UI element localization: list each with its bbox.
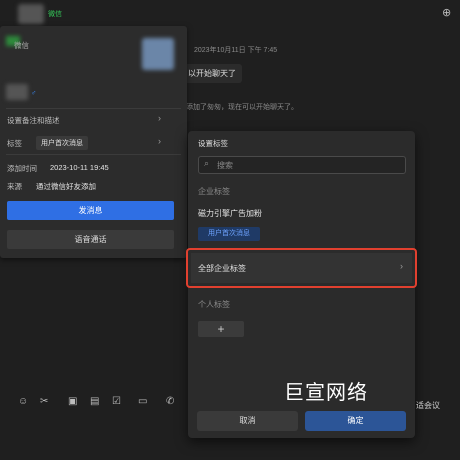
selected-tag[interactable]: 用户首次消息 — [198, 227, 260, 241]
image-icon[interactable]: ▣ — [68, 396, 77, 407]
source-label: 来源 — [7, 182, 22, 191]
cancel-button[interactable]: 取消 — [197, 411, 298, 431]
add-tag-button[interactable]: + — [198, 321, 244, 337]
added-time-value: 2023-10-11 19:45 — [50, 163, 109, 172]
message-timestamp: 2023年10月11日 下午 7:45 — [194, 47, 278, 54]
search-icon: ⌕ — [204, 158, 210, 168]
system-notice: 添加了匆匆，现在可以开始聊天了。 — [186, 104, 298, 111]
set-remark-label: 设置备注和描述 — [7, 116, 60, 125]
source-app: 微信 — [14, 41, 29, 50]
add-contact-icon[interactable]: ⊕ — [442, 6, 454, 19]
tag-group-name: 磁力引擎广告加粉 — [198, 209, 262, 218]
scissors-icon[interactable]: ✂ — [40, 396, 48, 407]
set-remark-row[interactable]: 设置备注和描述 › — [0, 112, 187, 126]
chevron-right-icon: › — [158, 113, 161, 123]
divider — [6, 108, 181, 109]
send-message-button[interactable]: 发消息 — [7, 201, 174, 220]
checklist-icon[interactable]: ☑ — [112, 396, 121, 407]
tag-label: 标签 — [7, 139, 22, 148]
added-time-label: 添加时间 — [7, 164, 37, 173]
watermark-text: 巨宣网络 — [284, 382, 368, 404]
contact-name — [6, 84, 28, 100]
gender-icon: ♂ — [31, 90, 37, 97]
voice-call-button[interactable]: 语音通话 — [7, 230, 174, 249]
chevron-right-icon: › — [158, 136, 161, 146]
folder-icon[interactable]: ▭ — [138, 396, 147, 407]
dialog-title: 设置标签 — [198, 139, 228, 148]
search-input[interactable]: ⌕ 搜索 — [198, 156, 406, 174]
contact-card: 微信 ♂ 设置备注和描述 › 标签 用户首次消息 › 添加时间 2023-10-… — [0, 26, 187, 258]
emoji-icon[interactable]: ☺ — [18, 396, 28, 407]
document-icon[interactable]: ▤ — [90, 396, 99, 407]
search-placeholder: 搜索 — [217, 161, 233, 170]
meeting-label[interactable]: 适会议 — [416, 400, 440, 411]
contact-avatar[interactable] — [142, 38, 174, 70]
chat-header: 微信 ⊕ — [0, 0, 460, 28]
channel-tag: 微信 — [48, 11, 62, 18]
tag-row[interactable]: 标签 用户首次消息 › — [0, 134, 187, 150]
chat-toolbar: ☺ ✂ ▣ ▤ ☑ ▭ ✆ — [14, 396, 194, 412]
enterprise-tags-title: 企业标签 — [198, 187, 230, 196]
personal-tags-title: 个人标签 — [198, 300, 230, 309]
phone-icon[interactable]: ✆ — [166, 396, 174, 407]
message-bubble[interactable]: 以开始聊天了 — [182, 64, 242, 83]
avatar[interactable] — [18, 4, 44, 24]
divider — [6, 154, 181, 155]
source-value: 通过微信好友添加 — [36, 182, 96, 191]
tag-value: 用户首次消息 — [36, 136, 88, 150]
highlight-box — [186, 248, 417, 288]
confirm-button[interactable]: 确定 — [305, 411, 406, 431]
